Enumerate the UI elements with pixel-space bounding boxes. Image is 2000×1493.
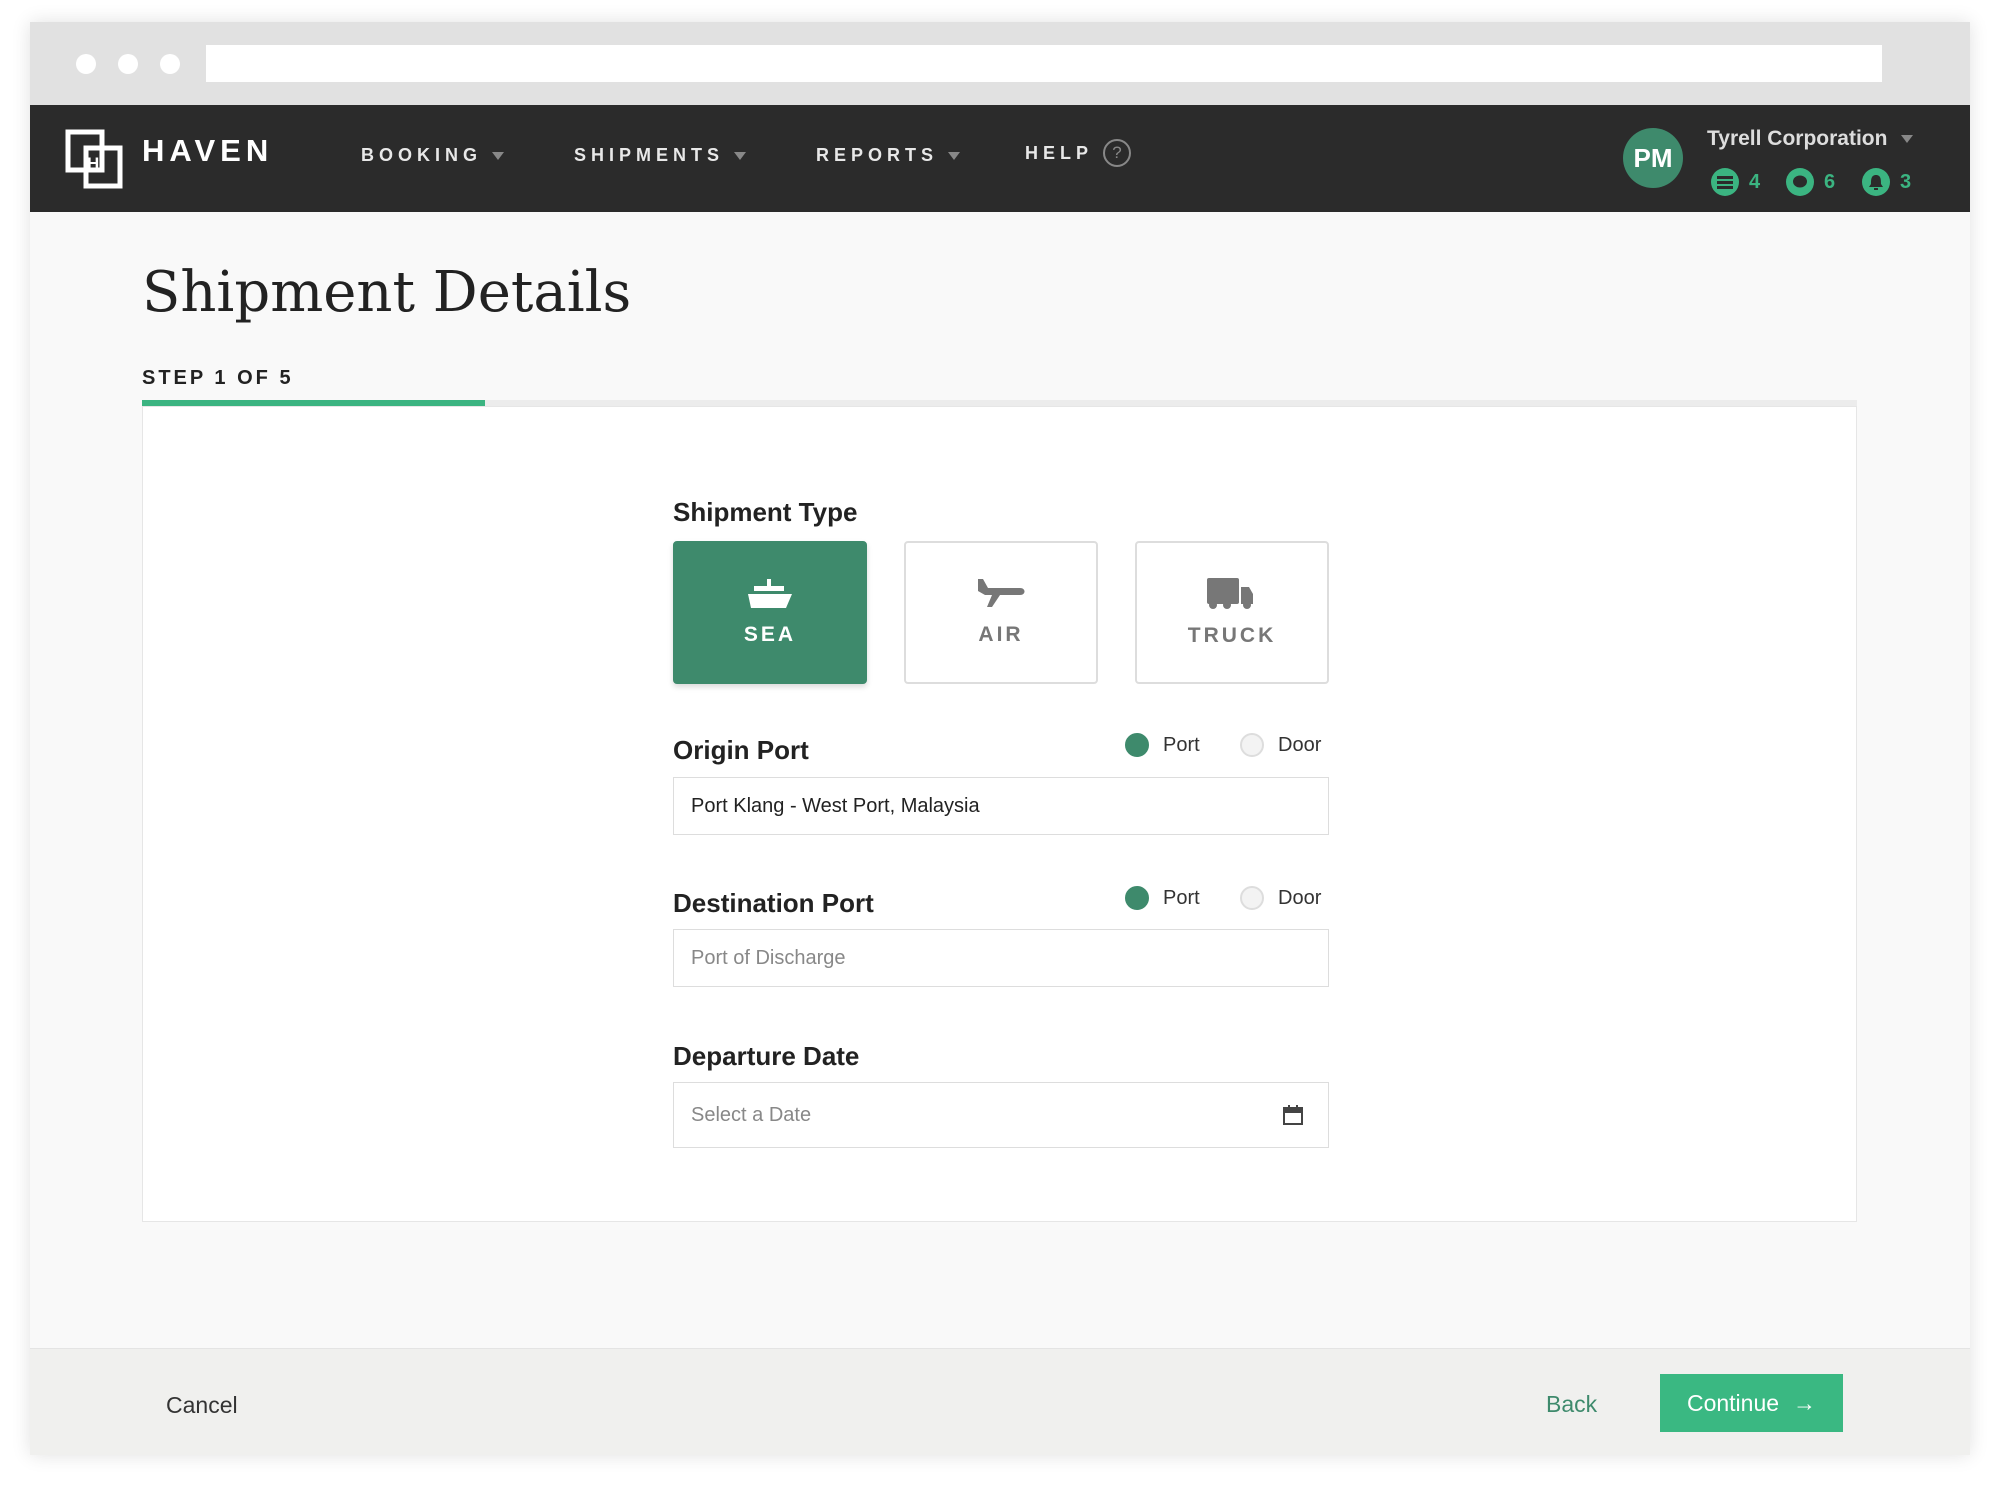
count: 6: [1824, 170, 1836, 193]
notifications-count[interactable]: 3: [1862, 168, 1911, 196]
nav-label: HELP: [1025, 142, 1094, 163]
origin-radio-door[interactable]: Door: [1240, 733, 1321, 757]
chat-bubble-icon: [1786, 168, 1814, 196]
radio-label: Port: [1163, 886, 1200, 909]
destination-port-input[interactable]: [673, 929, 1329, 987]
tasks-count[interactable]: 4: [1711, 168, 1760, 196]
calendar-icon[interactable]: [1283, 1105, 1303, 1125]
destination-radio-door[interactable]: Door: [1240, 886, 1321, 910]
nav-reports[interactable]: REPORTS: [816, 145, 961, 166]
destination-port-label: Destination Port: [673, 888, 874, 918]
haven-logo-icon[interactable]: H: [65, 129, 125, 189]
ship-icon: [748, 578, 792, 608]
origin-radio-port[interactable]: Port: [1125, 733, 1200, 757]
bell-icon: [1862, 168, 1890, 196]
radio-label: Door: [1278, 886, 1322, 909]
organization-name: Tyrell Corporation: [1707, 127, 1888, 150]
tile-label: TRUCK: [1187, 623, 1277, 647]
brand-name: HAVEN: [142, 133, 274, 168]
nav-label: SHIPMENTS: [574, 145, 725, 165]
address-bar[interactable]: [206, 45, 1882, 82]
shipment-type-truck[interactable]: TRUCK: [1135, 541, 1329, 684]
nav-label: REPORTS: [816, 145, 939, 165]
page-title: Shipment Details: [142, 260, 632, 325]
airplane-icon: [978, 578, 1025, 607]
radio-label: Door: [1278, 733, 1322, 756]
footer-bar: Cancel Back Continue →: [30, 1348, 1970, 1455]
radio-unselected[interactable]: [1240, 886, 1264, 910]
svg-text:H: H: [87, 154, 99, 173]
chevron-down-icon: [948, 151, 961, 160]
chevron-down-icon: [734, 151, 747, 160]
count: 3: [1900, 170, 1912, 193]
step-indicator: STEP 1 OF 5: [142, 367, 294, 389]
arrow-right-icon: →: [1793, 1389, 1817, 1416]
radio-selected[interactable]: [1125, 733, 1149, 757]
departure-date-label: Departure Date: [673, 1041, 860, 1071]
browser-window: H HAVEN BOOKING SHIPMENTS REPORTS HELP? …: [30, 22, 1970, 1455]
list-icon: [1711, 168, 1739, 196]
radio-selected[interactable]: [1125, 886, 1149, 910]
organization-switcher[interactable]: Tyrell Corporation: [1707, 127, 1914, 151]
departure-date-input[interactable]: [673, 1082, 1329, 1148]
nav-shipments[interactable]: SHIPMENTS: [574, 145, 747, 166]
help-icon: ?: [1103, 139, 1132, 167]
shipment-type-label: Shipment Type: [673, 497, 858, 527]
top-nav: H HAVEN BOOKING SHIPMENTS REPORTS HELP? …: [30, 105, 1970, 212]
cancel-button[interactable]: Cancel: [166, 1392, 238, 1419]
nav-label: BOOKING: [361, 145, 483, 165]
chevron-down-icon: [492, 151, 505, 160]
origin-port-label: Origin Port: [673, 735, 809, 765]
count: 4: [1749, 170, 1761, 193]
tile-label: AIR: [978, 622, 1024, 646]
radio-label: Port: [1163, 733, 1200, 756]
nav-booking[interactable]: BOOKING: [361, 145, 505, 166]
destination-radio-port[interactable]: Port: [1125, 886, 1200, 910]
browser-chrome: [30, 22, 1970, 105]
back-button[interactable]: Back: [1546, 1391, 1597, 1418]
radio-unselected[interactable]: [1240, 733, 1264, 757]
tile-label: SEA: [743, 622, 797, 646]
truck-icon: [1207, 577, 1253, 609]
window-dot[interactable]: [76, 54, 96, 74]
origin-port-input[interactable]: [673, 777, 1329, 835]
messages-count[interactable]: 6: [1786, 168, 1835, 196]
window-dot[interactable]: [160, 54, 180, 74]
chevron-down-icon: [1901, 135, 1914, 143]
form-card: Shipment Type SEA AIR TRUCK Origin Port …: [142, 406, 1857, 1222]
continue-button[interactable]: Continue →: [1660, 1374, 1843, 1432]
shipment-type-air[interactable]: AIR: [904, 541, 1098, 684]
nav-help[interactable]: HELP?: [1025, 139, 1132, 167]
shipment-type-sea[interactable]: SEA: [673, 541, 867, 684]
window-dot[interactable]: [118, 54, 138, 74]
continue-label: Continue: [1686, 1389, 1780, 1416]
avatar[interactable]: PM: [1623, 128, 1683, 188]
